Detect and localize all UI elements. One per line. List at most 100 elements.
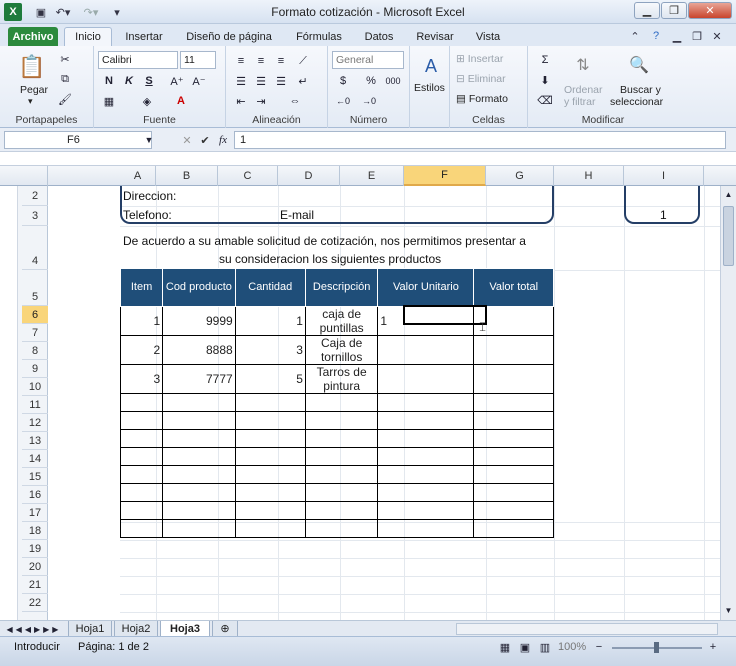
- name-box-dropdown-icon[interactable]: ▼: [140, 131, 158, 149]
- column-header-h[interactable]: H: [554, 166, 624, 186]
- cell-item[interactable]: 3: [119, 364, 164, 394]
- column-header-g[interactable]: G: [486, 166, 554, 186]
- select-all-corner[interactable]: [0, 166, 48, 186]
- cut-icon[interactable]: ✂: [56, 50, 74, 68]
- cell-item[interactable]: 1: [119, 306, 164, 336]
- tab-formulas[interactable]: Fórmulas: [288, 27, 350, 46]
- empty-cell[interactable]: [162, 411, 236, 430]
- zoom-out-icon[interactable]: −: [590, 638, 608, 656]
- column-header-c[interactable]: C: [218, 166, 278, 186]
- empty-cell[interactable]: [162, 393, 236, 412]
- row-header-10[interactable]: 10: [22, 378, 48, 396]
- find-label[interactable]: Buscar y: [620, 84, 661, 96]
- empty-cell[interactable]: [377, 483, 475, 502]
- tab-diseno-pagina[interactable]: Diseño de página: [180, 27, 278, 46]
- row-header-18[interactable]: 18: [22, 522, 48, 540]
- empty-cell[interactable]: [304, 501, 379, 520]
- styles-icon[interactable]: A: [420, 54, 442, 78]
- currency-icon[interactable]: $: [334, 72, 352, 90]
- insert-sheet-icon[interactable]: ⊕: [212, 621, 238, 637]
- ribbon-collapse-icon[interactable]: ⌃: [628, 27, 642, 45]
- row-header-6[interactable]: 6: [22, 306, 48, 324]
- page-layout-view-icon[interactable]: ▣: [516, 638, 534, 656]
- align-center-icon[interactable]: ☰: [252, 72, 270, 90]
- empty-cell[interactable]: [234, 483, 306, 502]
- empty-cell[interactable]: [304, 519, 379, 538]
- row-header-13[interactable]: 13: [22, 432, 48, 450]
- empty-cell[interactable]: [234, 411, 306, 430]
- empty-cell[interactable]: [162, 483, 236, 502]
- find-select-icon[interactable]: 🔍: [626, 52, 652, 78]
- insert-cells-button[interactable]: ⊞ Insertar: [456, 53, 503, 65]
- insert-function-button[interactable]: fx: [214, 131, 232, 149]
- sort-label[interactable]: Ordenar: [564, 84, 603, 96]
- decrease-decimal-icon[interactable]: →0: [360, 92, 378, 110]
- empty-cell[interactable]: [234, 429, 306, 448]
- scroll-up-icon[interactable]: ▲: [721, 186, 736, 202]
- styles-button-label[interactable]: Estilos: [414, 82, 445, 94]
- empty-cell[interactable]: [162, 447, 236, 466]
- column-header-e[interactable]: E: [340, 166, 404, 186]
- sheet-tab-hoja3[interactable]: Hoja3: [160, 621, 210, 637]
- column-header-d[interactable]: D: [278, 166, 340, 186]
- row-header-8[interactable]: 8: [22, 342, 48, 360]
- cell-descripcion[interactable]: Tarros de pintura: [304, 364, 379, 394]
- active-cell-f6[interactable]: [403, 305, 487, 325]
- empty-cell[interactable]: [473, 483, 554, 502]
- tab-insertar[interactable]: Insertar: [118, 27, 170, 46]
- tab-revisar[interactable]: Revisar: [410, 27, 460, 46]
- row-header-15[interactable]: 15: [22, 468, 48, 486]
- row-header-4[interactable]: 4: [22, 226, 48, 270]
- paste-dropdown-icon[interactable]: ▾: [28, 96, 33, 107]
- empty-cell[interactable]: [304, 465, 379, 484]
- row-header-20[interactable]: 20: [22, 558, 48, 576]
- zoom-slider-handle[interactable]: [654, 642, 659, 653]
- empty-cell[interactable]: [304, 483, 379, 502]
- empty-cell[interactable]: [304, 447, 379, 466]
- cell-cantidad[interactable]: 5: [234, 364, 306, 394]
- empty-cell[interactable]: [234, 393, 306, 412]
- tab-vista[interactable]: Vista: [468, 27, 508, 46]
- merge-center-icon[interactable]: ⇔: [286, 92, 304, 110]
- close-button[interactable]: ✕: [688, 2, 732, 19]
- column-header-b[interactable]: B: [156, 166, 218, 186]
- find-label-2[interactable]: seleccionar: [610, 96, 663, 108]
- cell-cantidad[interactable]: 1: [234, 306, 306, 336]
- empty-cell[interactable]: [473, 465, 554, 484]
- row-header-9[interactable]: 9: [22, 360, 48, 378]
- formula-input[interactable]: 1: [234, 131, 726, 149]
- paste-icon[interactable]: 📋: [18, 52, 46, 82]
- italic-button[interactable]: K: [120, 72, 138, 90]
- empty-cell[interactable]: [377, 501, 475, 520]
- empty-cell[interactable]: [377, 429, 475, 448]
- row-header-2[interactable]: 2: [22, 186, 48, 206]
- font-name-combo[interactable]: Calibri: [98, 51, 178, 69]
- grow-font-icon[interactable]: A⁺: [168, 72, 186, 90]
- empty-cell[interactable]: [377, 411, 475, 430]
- align-right-icon[interactable]: ☰: [272, 72, 290, 90]
- increase-decimal-icon[interactable]: ←0: [334, 92, 352, 110]
- doc-minimize-icon[interactable]: ▁: [670, 27, 684, 45]
- sort-label-2[interactable]: y filtrar: [564, 96, 596, 108]
- row-header-17[interactable]: 17: [22, 504, 48, 522]
- row-header-3[interactable]: 3: [22, 206, 48, 226]
- paste-button-label[interactable]: Pegar: [20, 84, 48, 96]
- thousands-button[interactable]: 000: [384, 72, 402, 90]
- orientation-icon[interactable]: ⟋: [294, 52, 312, 70]
- format-painter-icon[interactable]: 🖌: [56, 90, 74, 108]
- tab-datos[interactable]: Datos: [356, 27, 402, 46]
- row-header-11[interactable]: 11: [22, 396, 48, 414]
- cell-valor-unitario[interactable]: [377, 335, 475, 365]
- empty-cell[interactable]: [377, 519, 475, 538]
- empty-cell[interactable]: [119, 411, 164, 430]
- row-header-16[interactable]: 16: [22, 486, 48, 504]
- font-size-combo[interactable]: 11: [180, 51, 216, 69]
- cell-valor-total[interactable]: [473, 335, 554, 365]
- cell-valor-total[interactable]: [473, 364, 554, 394]
- empty-cell[interactable]: [473, 501, 554, 520]
- empty-cell[interactable]: [119, 519, 164, 538]
- sheet-tab-hoja2[interactable]: Hoja2: [114, 621, 158, 637]
- percent-button[interactable]: %: [362, 72, 380, 90]
- cancel-entry-icon[interactable]: ✕: [178, 131, 196, 149]
- normal-view-icon[interactable]: ▦: [496, 638, 514, 656]
